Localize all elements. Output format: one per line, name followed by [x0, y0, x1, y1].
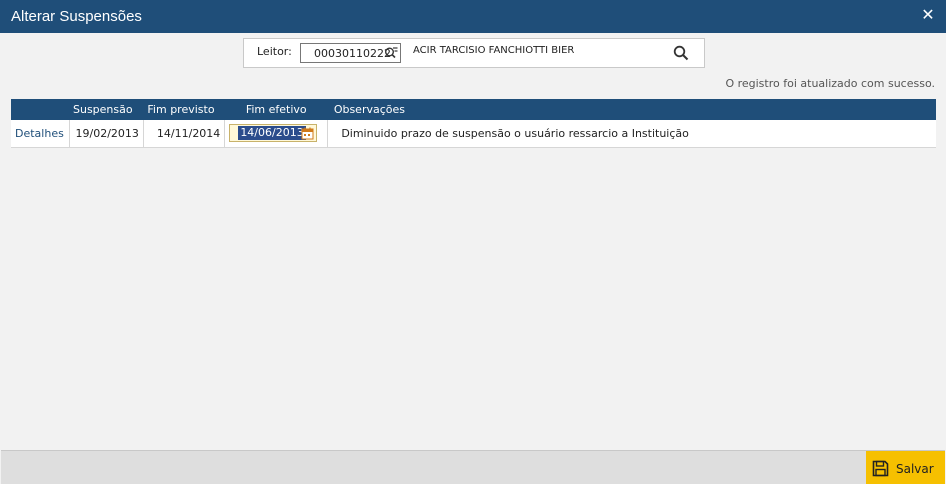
suspensions-table: Suspensão Fim previsto Fim efetivo Obser…: [11, 99, 936, 148]
search-icon[interactable]: [673, 45, 689, 61]
window-titlebar: Alterar Suspensões ✕: [0, 0, 946, 33]
cell-fim-previsto: 14/11/2014: [143, 120, 226, 148]
reader-panel: Leitor: 00030110222 ACIR TARCISIO FANCHI…: [243, 38, 705, 68]
save-icon: [872, 460, 889, 477]
col-header-observacoes: Observações: [327, 99, 936, 120]
cell-suspensao: 19/02/2013: [69, 120, 144, 148]
status-message: O registro foi atualizado com sucesso.: [725, 77, 935, 90]
table-row: Detalhes 19/02/2013 14/11/2014 14/06/201…: [11, 120, 936, 148]
cell-fim-efetivo: 14/06/2013: [224, 120, 329, 148]
fim-efetivo-value: 14/06/2013: [238, 126, 306, 141]
save-button[interactable]: Salvar: [866, 451, 945, 484]
window-title: Alterar Suspensões: [11, 8, 142, 25]
col-header-actions: [11, 99, 69, 120]
fim-efetivo-date-input[interactable]: 14/06/2013: [229, 124, 318, 143]
col-header-fim-efetivo: Fim efetivo: [224, 99, 328, 120]
col-header-fim-previsto: Fim previsto: [143, 99, 225, 120]
table-header-row: Suspensão Fim previsto Fim efetivo Obser…: [11, 99, 936, 120]
col-header-suspensao: Suspensão: [69, 99, 144, 120]
dialog-body: Leitor: 00030110222 ACIR TARCISIO FANCHI…: [1, 33, 945, 450]
lookup-icon[interactable]: [384, 46, 398, 60]
footer-bar: Salvar: [1, 450, 945, 484]
details-link[interactable]: Detalhes: [11, 120, 70, 148]
reader-code-field[interactable]: 00030110222: [300, 43, 401, 63]
calendar-icon[interactable]: [301, 127, 314, 140]
cell-observacoes: Diminuido prazo de suspensão o usuário r…: [327, 120, 936, 148]
reader-name: ACIR TARCISIO FANCHIOTTI BIER: [413, 45, 575, 56]
reader-code-value: 00030110222: [314, 47, 391, 60]
close-icon[interactable]: ✕: [920, 6, 936, 24]
save-button-label: Salvar: [896, 462, 934, 476]
reader-label: Leitor:: [257, 45, 292, 58]
